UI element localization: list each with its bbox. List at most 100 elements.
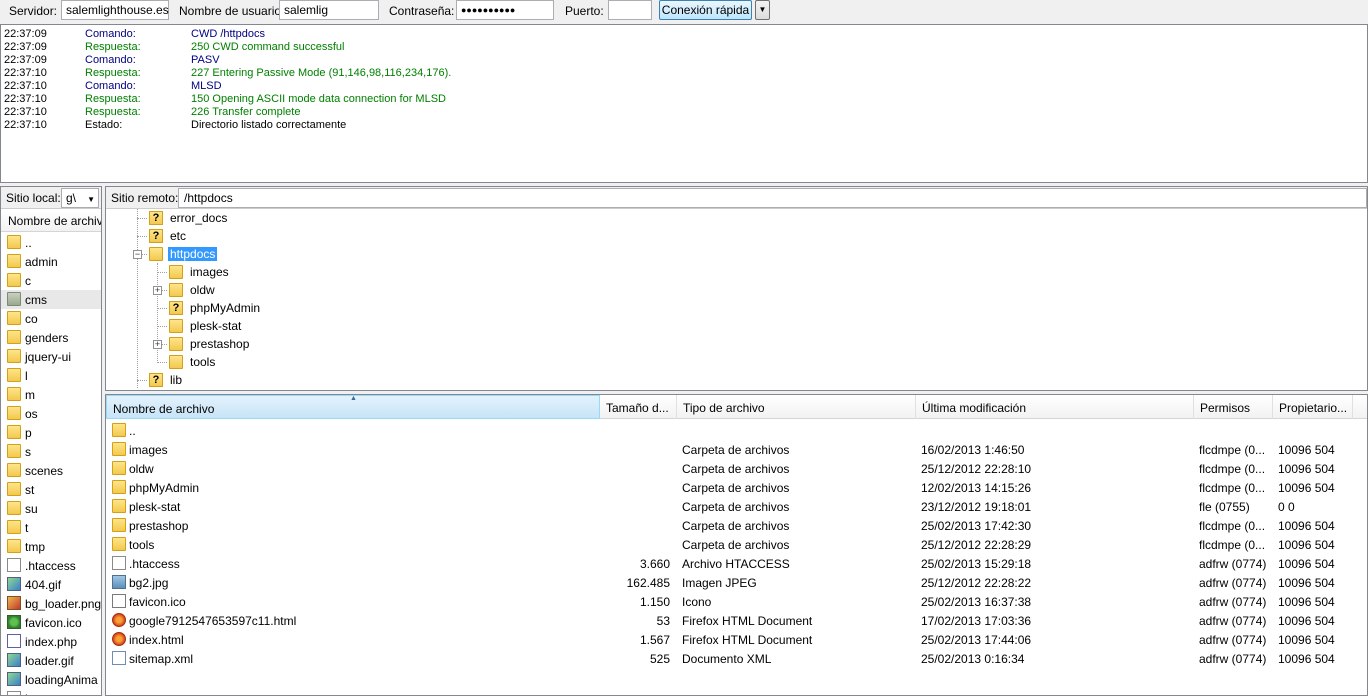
log-entry: 22:37:09 Comando: CWD /httpdocs xyxy=(1,28,1367,41)
table-row[interactable]: tools Carpeta de archivos 25/12/2012 22:28… xyxy=(106,535,1367,554)
cell-type: Carpeta de archivos xyxy=(682,443,790,457)
cell-size: 162.485 xyxy=(626,576,670,590)
message-log[interactable]: 22:37:09 Comando: CWD /httpdocs 22:37:09 Res… xyxy=(0,24,1368,183)
port-input[interactable] xyxy=(608,0,652,20)
cell-owner: 10096 504 xyxy=(1278,576,1335,590)
local-item-name: loadingAnima xyxy=(25,673,98,687)
cell-size: 1.567 xyxy=(639,633,670,647)
column-header[interactable]: Última modificación xyxy=(916,395,1194,419)
local-list-item[interactable]: tmp xyxy=(1,537,101,556)
cell-perms: flcdmpe (0... xyxy=(1199,519,1266,533)
table-row[interactable]: phpMyAdmin Carpeta de archivos 12/02/2013 … xyxy=(106,478,1367,497)
file-list-header: Nombre de archivo Tamaño d... Tipo de arch… xyxy=(106,395,1367,419)
local-list-item[interactable]: su xyxy=(1,499,101,518)
table-row[interactable]: oldw Carpeta de archivos 25/12/2012 22:28:… xyxy=(106,459,1367,478)
table-row[interactable]: plesk-stat Carpeta de archivos 23/12/2012 … xyxy=(106,497,1367,516)
column-header[interactable]: Propietario... xyxy=(1273,395,1353,419)
local-column-header[interactable]: Nombre de archivo xyxy=(1,210,101,232)
local-site-select[interactable]: g\ ▼ xyxy=(61,188,99,208)
local-list-item[interactable]: os xyxy=(1,404,101,423)
cell-modified: 25/12/2012 22:28:22 xyxy=(921,576,1032,590)
favicon-icon xyxy=(7,615,21,629)
question-folder-icon: ? xyxy=(169,301,183,315)
log-type: Comando: xyxy=(85,80,136,92)
expand-icon[interactable]: + xyxy=(153,340,162,349)
cell-type: Firefox HTML Document xyxy=(682,614,813,628)
cell-size: 525 xyxy=(649,652,670,666)
local-list-item[interactable]: l... xyxy=(1,689,101,695)
table-row[interactable]: sitemap.xml 525 Documento XML 25/02/2013 0:… xyxy=(106,649,1367,668)
image-icon xyxy=(112,575,126,589)
local-list-item[interactable]: .htaccess xyxy=(1,556,101,575)
log-entry: 22:37:10 Respuesta: 227 Entering Passive M… xyxy=(1,67,1367,80)
expand-icon[interactable]: + xyxy=(153,286,162,295)
folder-icon xyxy=(169,265,183,279)
local-list-item[interactable]: favicon.ico xyxy=(1,613,101,632)
local-list-item[interactable]: m xyxy=(1,385,101,404)
local-item-name: t xyxy=(25,521,29,535)
host-label: Servidor: xyxy=(9,4,58,18)
column-header[interactable]: Permisos xyxy=(1194,395,1273,419)
table-row[interactable]: .. xyxy=(106,421,1367,440)
local-list-item[interactable]: 404.gif xyxy=(1,575,101,594)
log-time: 22:37:09 xyxy=(4,54,47,66)
table-row[interactable]: .htaccess 3.660 Archivo HTACCESS 25/02/2013… xyxy=(106,554,1367,573)
local-item-name: scenes xyxy=(25,464,64,478)
column-header[interactable]: Tamaño d... xyxy=(600,395,677,419)
local-list-item[interactable]: index.php xyxy=(1,632,101,651)
local-list-item[interactable]: admin xyxy=(1,252,101,271)
cell-owner: 10096 504 xyxy=(1278,557,1335,571)
local-list-item[interactable]: l xyxy=(1,366,101,385)
cell-type: Carpeta de archivos xyxy=(682,481,790,495)
cell-perms: adfrw (0774) xyxy=(1199,557,1267,571)
table-row[interactable]: index.html 1.567 Firefox HTML Document 25/0… xyxy=(106,630,1367,649)
collapse-icon[interactable]: − xyxy=(133,250,142,259)
folder-icon xyxy=(169,355,183,369)
tree-line xyxy=(137,218,147,219)
local-list-item[interactable]: scenes xyxy=(1,461,101,480)
password-input[interactable]: ●●●●●●●●●● xyxy=(456,0,554,20)
local-list-item[interactable]: cms xyxy=(1,290,101,309)
chevron-down-icon[interactable]: ▼ xyxy=(755,0,770,20)
tree-item-label: etc xyxy=(170,229,187,243)
cell-type: Carpeta de archivos xyxy=(682,538,790,552)
log-message: Directorio listado correctamente xyxy=(191,119,347,131)
host-input[interactable]: salemlighthouse.es xyxy=(61,0,169,20)
local-list-item[interactable]: bg_loader.png xyxy=(1,594,101,613)
remote-path-input[interactable]: /httpdocs xyxy=(178,188,1367,208)
local-list-item[interactable]: loadingAnima xyxy=(1,670,101,689)
tree-line xyxy=(157,326,167,327)
cell-type: Archivo HTACCESS xyxy=(682,557,790,571)
tree-line xyxy=(157,362,167,363)
local-list-item[interactable]: st xyxy=(1,480,101,499)
local-list-item[interactable]: s xyxy=(1,442,101,461)
local-list-item[interactable]: jquery-ui xyxy=(1,347,101,366)
table-row[interactable]: prestashop Carpeta de archivos 25/02/2013 … xyxy=(106,516,1367,535)
cell-name: index.html xyxy=(129,633,184,647)
table-row[interactable]: bg2.jpg 162.485 Imagen JPEG 25/12/2012 22:2… xyxy=(106,573,1367,592)
local-list-item[interactable]: c xyxy=(1,271,101,290)
folder-icon xyxy=(7,406,21,420)
table-row[interactable]: favicon.ico 1.150 Icono 25/02/2013 16:37:38… xyxy=(106,592,1367,611)
folder-icon xyxy=(7,482,21,496)
local-list-item[interactable]: p xyxy=(1,423,101,442)
log-message: PASV xyxy=(191,54,220,66)
table-row[interactable]: google7912547653597c11.html 53 Firefox HTM… xyxy=(106,611,1367,630)
cell-name: phpMyAdmin xyxy=(129,481,200,495)
column-header[interactable]: Tipo de archivo xyxy=(677,395,916,419)
local-list-item[interactable]: t xyxy=(1,518,101,537)
local-list-item[interactable]: .. xyxy=(1,233,101,252)
folder-icon xyxy=(7,520,21,534)
pass-label: Contraseña: xyxy=(389,4,455,18)
log-type: Respuesta: xyxy=(85,106,141,118)
tree-item-label: error_docs xyxy=(170,211,228,225)
local-list-item[interactable]: genders xyxy=(1,328,101,347)
local-list-item[interactable]: loader.gif xyxy=(1,651,101,670)
quickconnect-button[interactable]: Conexión rápida xyxy=(659,0,752,20)
local-list-item[interactable]: co xyxy=(1,309,101,328)
folder-icon xyxy=(112,499,126,513)
remote-site-bar: Sitio remoto: /httpdocs xyxy=(106,187,1367,209)
gif-icon xyxy=(7,577,21,591)
user-input[interactable]: salemlig xyxy=(279,0,379,20)
table-row[interactable]: images Carpeta de archivos 16/02/2013 1:46… xyxy=(106,440,1367,459)
